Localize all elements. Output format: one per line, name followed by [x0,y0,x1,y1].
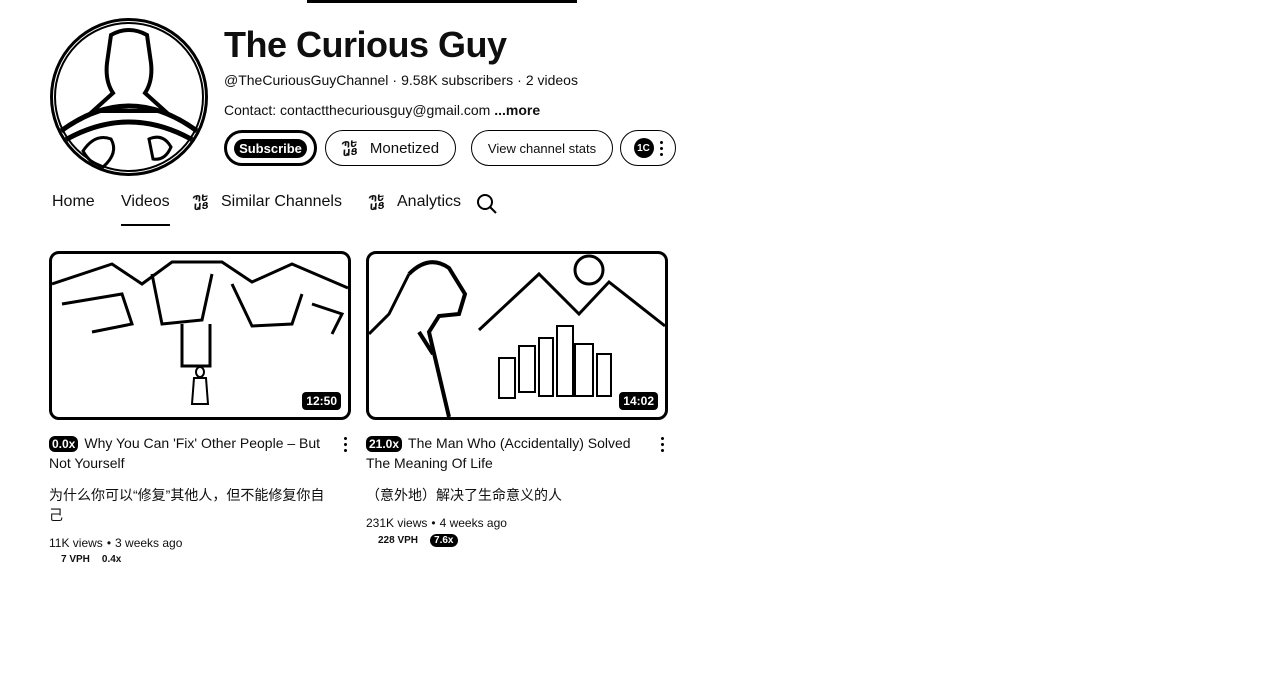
upload-age: 4 weeks ago [439,516,507,530]
video-count: 2 videos [525,72,578,88]
video-duration: 14:02 [619,392,658,410]
view-count: 11K views [49,536,103,550]
tab-videos[interactable]: Videos [121,193,170,226]
tab-similar-label: Similar Channels [221,193,342,210]
video-title-row: 0.0x Why You Can 'Fix' Other People – But… [49,433,351,473]
tab-home-label: Home [52,193,95,210]
channel-avatar[interactable] [50,18,208,176]
outlier-badge: 21.0x [366,436,403,452]
subscribe-label: Subscribe [234,138,307,158]
outlier-badge: 0.0x [49,436,79,452]
view-stats-label: View channel stats [487,140,597,156]
top-progress-line [307,0,577,3]
video-stats: 231K views • 4 weeks ago [366,516,507,530]
video-title-row: 21.0x The Man Who (Accidentally) Solved T… [366,433,668,473]
video-title[interactable]: Why You Can 'Fix' Other People – But Not… [49,435,320,471]
tool-logo-icon: ՊԵ ԱՑ [367,192,386,213]
multiplier-value: 0.4x [101,554,122,565]
extension-icon: 1C [633,138,654,158]
channel-description[interactable]: Contact: contactthecuriousguy@gmail.com … [224,102,540,118]
tab-videos-label: Videos [121,193,170,210]
subscriber-count: 9.58K subscribers [401,72,514,88]
search-icon[interactable] [476,193,498,215]
video-card[interactable]: 12:50 0.0x Why You Can 'Fix' Other People… [49,251,351,565]
multiplier-value: 7.6x [430,534,458,547]
vph-value: 228 VPH [378,535,419,546]
more-vert-icon[interactable] [344,437,347,452]
contact-text: Contact: contactthecuriousguy@gmail.com [224,102,491,118]
tool-logo-icon: ՊԵ ԱՑ [340,138,359,159]
video-duration: 12:50 [302,392,341,410]
upload-age: 3 weeks ago [115,536,183,550]
tab-analytics-label: Analytics [397,193,462,210]
vph-row: 228 VPH 7.6x [378,534,668,547]
extension-menu-button[interactable]: 1C [620,130,676,166]
video-title[interactable]: The Man Who (Accidentally) Solved The Me… [366,435,631,471]
video-card[interactable]: 14:02 21.0x The Man Who (Accidentally) So… [366,251,668,547]
tab-similar-channels[interactable]: ՊԵ ԱՑ Similar Channels [191,192,342,213]
channel-handle: @TheCuriousGuyChannel [224,72,389,88]
translated-title: 为什么你可以“修复”其他人，但不能修复你自己 [49,487,325,523]
view-count: 231K views [366,516,428,530]
avatar-silhouette-icon [54,22,204,172]
more-vert-icon [659,140,663,156]
tool-logo-icon: ՊԵ ԱՑ [191,192,210,213]
more-link[interactable]: ...more [494,102,540,118]
monetized-button[interactable]: ՊԵ ԱՑ Monetized [325,130,456,166]
subscribe-button[interactable]: Subscribe [224,130,317,166]
translated-title: （意外地）解决了生命意义的人 [366,487,562,503]
channel-name: The Curious Guy [224,24,507,65]
video-thumbnail[interactable]: 14:02 [366,251,668,420]
video-thumbnail[interactable]: 12:50 [49,251,351,420]
channel-meta: @TheCuriousGuyChannel · 9.58K subscribers ·… [224,72,578,88]
vph-value: 7 VPH [61,554,90,565]
more-vert-icon[interactable] [661,437,664,452]
video-stats: 11K views • 3 weeks ago [49,536,183,550]
view-channel-stats-button[interactable]: View channel stats [471,130,613,166]
monetized-label: Monetized [369,139,440,157]
tab-analytics[interactable]: ՊԵ ԱՑ Analytics [367,192,462,213]
tab-home[interactable]: Home [52,193,95,211]
vph-row: 7 VPH 0.4x [61,554,351,565]
